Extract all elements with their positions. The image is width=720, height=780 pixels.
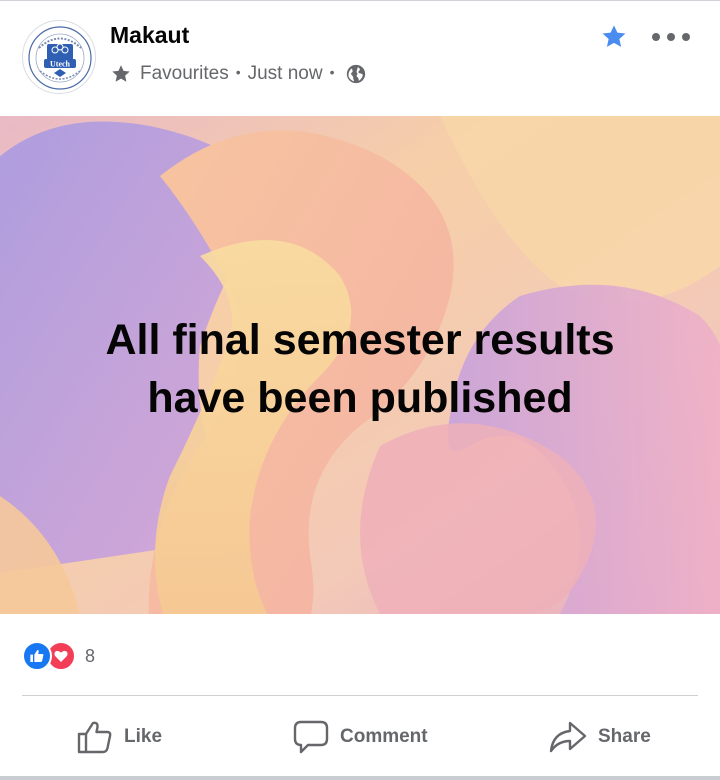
meta-separator: • bbox=[235, 64, 241, 80]
ellipsis-icon-dot bbox=[652, 33, 660, 41]
post-header: Utech Makaut Favourites • Just now • bbox=[0, 0, 720, 116]
like-icon bbox=[77, 721, 112, 754]
reaction-count: 8 bbox=[85, 645, 96, 666]
reactions-summary[interactable]: 8 bbox=[22, 640, 95, 672]
post-media[interactable]: All final semester results have been pub… bbox=[0, 116, 720, 614]
post-actions-bar: Like Comment Share bbox=[0, 700, 720, 776]
thumbs-up-icon bbox=[30, 650, 44, 662]
share-icon bbox=[549, 721, 587, 753]
university-logo-icon: Utech bbox=[28, 26, 92, 90]
page-avatar[interactable]: Utech bbox=[22, 20, 96, 94]
post-text-line-2: have been published bbox=[147, 374, 573, 422]
like-button[interactable]: Like bbox=[76, 714, 162, 760]
post-meta: Favourites • Just now • bbox=[110, 61, 367, 87]
audience-label[interactable]: Favourites bbox=[140, 63, 229, 85]
like-reaction-icon bbox=[22, 641, 52, 671]
post-text-overlay: All final semester results have been pub… bbox=[0, 311, 720, 427]
ellipsis-icon-dot bbox=[667, 33, 675, 41]
heart-icon bbox=[54, 650, 68, 662]
avatar-logo-text: Utech bbox=[50, 60, 71, 69]
share-label: Share bbox=[598, 726, 651, 747]
like-label: Like bbox=[124, 726, 163, 747]
star-icon bbox=[112, 65, 130, 82]
page-name-link[interactable]: Makaut bbox=[110, 22, 189, 49]
globe-icon bbox=[346, 64, 365, 84]
actions-divider bbox=[22, 695, 698, 696]
ellipsis-icon-dot bbox=[682, 33, 690, 41]
bottom-border bbox=[0, 776, 720, 780]
more-options-button[interactable] bbox=[652, 24, 690, 50]
favourite-star-icon[interactable] bbox=[600, 23, 628, 51]
post-text-line-1: All final semester results bbox=[105, 316, 615, 364]
comment-icon bbox=[293, 720, 329, 754]
share-button[interactable]: Share bbox=[548, 714, 651, 760]
meta-separator-2: • bbox=[329, 64, 335, 80]
post-timestamp[interactable]: Just now bbox=[248, 63, 323, 85]
comment-button[interactable]: Comment bbox=[292, 714, 428, 760]
comment-label: Comment bbox=[340, 726, 428, 747]
